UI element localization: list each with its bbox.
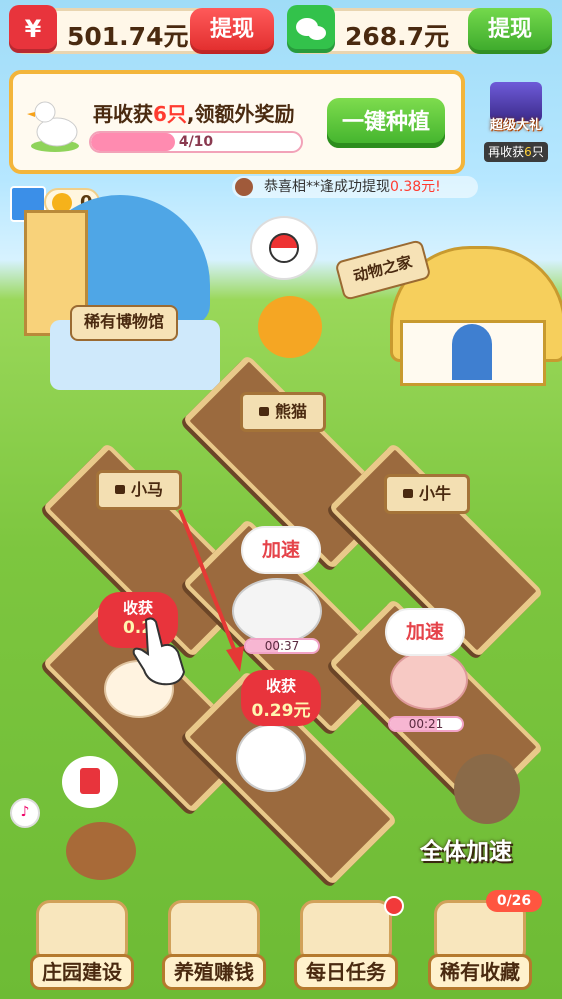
music-icon[interactable]: ♪	[10, 798, 40, 828]
harvest-title: 收获	[265, 677, 296, 695]
collection-count-badge: 0/26	[486, 890, 542, 912]
super-gift-button[interactable]: 超级大礼 再收获6只	[480, 80, 552, 164]
wechat-wallet-amount: 268.7元	[345, 22, 450, 51]
sign-panda-locked[interactable]: 熊猫	[240, 392, 326, 432]
sign-label: 小牛	[418, 484, 451, 503]
pig-timer: 00:21	[388, 716, 464, 732]
pointer-hand-icon	[132, 617, 186, 686]
nav-label: 庄园建设	[30, 954, 134, 990]
nav-label: 稀有收藏	[428, 954, 532, 990]
sheep-timer: 00:37	[244, 638, 320, 654]
nav-breeding-earn[interactable]: 养殖赚钱	[162, 900, 266, 992]
ticker-text: 恭喜相**逢成功提现	[264, 179, 390, 195]
lock-icon	[258, 407, 269, 416]
lock-icon	[402, 489, 413, 498]
pig-timer-text: 00:21	[408, 717, 444, 731]
notification-dot	[384, 896, 404, 916]
red-envelope-icon	[80, 768, 100, 794]
sign-label: 熊猫	[274, 402, 307, 421]
sheep-timer-text: 00:37	[264, 639, 300, 653]
red-wallet: ¥ 501.74元 提现	[9, 5, 274, 54]
red-envelope-icon: ¥	[9, 5, 57, 53]
nav-label: 养殖赚钱	[162, 954, 266, 990]
red-envelope-bubble[interactable]	[62, 756, 118, 808]
pokeball-icon	[269, 233, 299, 263]
sloth[interactable]	[454, 754, 520, 824]
turtle[interactable]	[66, 822, 136, 880]
wechat-icon	[287, 5, 335, 53]
wechat-wallet: 268.7元 提现	[287, 5, 552, 54]
harvest-duck-button[interactable]: 收获 0.29元	[241, 670, 321, 726]
gift-title: 超级大礼	[489, 118, 542, 133]
reward-title: 再收获6只,领额外奖励	[93, 102, 295, 126]
withdraw-ticker: 恭喜相**逢成功提现0.38元!	[232, 176, 478, 198]
pokeball-bubble[interactable]	[250, 216, 318, 280]
harvest-title: 收获	[122, 599, 153, 617]
nav-manor-build[interactable]: 庄园建设	[30, 900, 134, 992]
reward-progress-text: 4/10	[178, 134, 214, 150]
reward-progress-bar: 4/10	[89, 131, 303, 153]
red-wallet-amount: 501.74元	[67, 22, 189, 51]
dragon-mascot[interactable]	[258, 296, 322, 358]
ticker-amount: 0.38元!	[390, 179, 441, 195]
nav-daily-tasks[interactable]: 每日任务	[294, 900, 398, 992]
harvest-reward-panel: 再收获6只,领额外奖励 4/10 一键种植	[9, 70, 465, 174]
ticker-user-icon	[235, 178, 253, 196]
one-click-plant-button[interactable]: 一键种植	[327, 98, 445, 148]
sign-label: 小马	[130, 480, 163, 499]
speedup-pig-button[interactable]: 加速	[385, 608, 465, 656]
duck-icon	[27, 101, 79, 152]
speedup-sheep-button[interactable]: 加速	[241, 526, 321, 574]
nav-label: 每日任务	[294, 954, 398, 990]
red-withdraw-button[interactable]: 提现	[190, 8, 274, 54]
sign-cow-locked[interactable]: 小牛	[384, 474, 470, 514]
accelerate-all-button[interactable]: 全体加速	[420, 832, 512, 866]
rare-museum-sign[interactable]: 稀有博物馆	[70, 305, 178, 341]
harvest-amount: 0.29元	[251, 701, 311, 721]
lock-icon	[114, 485, 125, 494]
animal-house-door[interactable]	[452, 324, 492, 380]
nav-rare-collection[interactable]: 稀有收藏	[428, 900, 532, 992]
wechat-withdraw-button[interactable]: 提现	[468, 8, 552, 54]
gift-subtitle: 再收获6只	[484, 142, 548, 162]
duck[interactable]	[236, 724, 306, 792]
pig[interactable]	[390, 650, 468, 710]
